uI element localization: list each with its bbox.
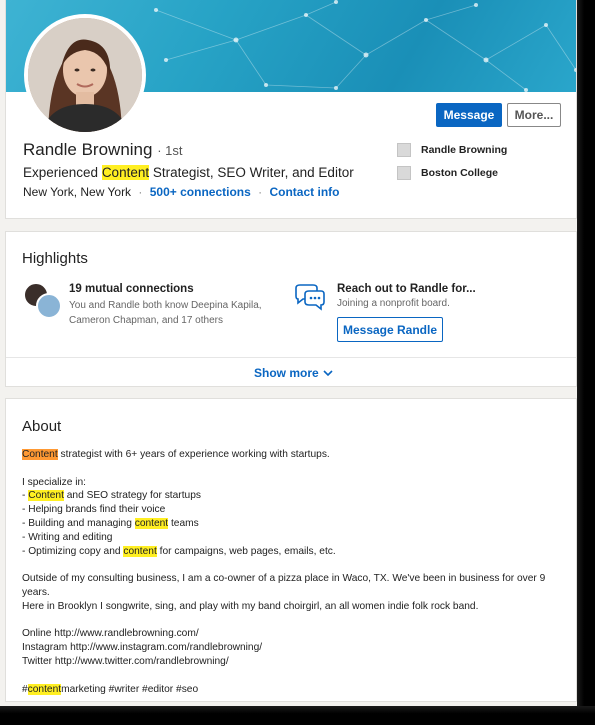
connections-link[interactable]: 500+ connections xyxy=(150,185,251,199)
mutual-connections-desc: You and Randle both know Deepina Kapila,… xyxy=(69,300,262,326)
frame-shadow xyxy=(577,0,595,725)
profile-headline: Experienced Content Strategist, SEO Writ… xyxy=(23,165,354,180)
about-card: About Content strategist with 6+ years o… xyxy=(5,398,577,702)
search-highlight: content xyxy=(134,517,169,529)
show-more-button[interactable]: Show more xyxy=(254,366,333,380)
profile-location: New York, New York xyxy=(23,185,132,199)
mutual-connections-avatars[interactable] xyxy=(23,282,63,319)
search-highlight: Content xyxy=(101,165,150,180)
mutual-avatar xyxy=(36,293,62,319)
company-logo-icon xyxy=(397,143,411,157)
school-logo-icon xyxy=(397,166,411,180)
education-link[interactable]: Boston College xyxy=(397,166,498,180)
current-position-link[interactable]: Randle Browning xyxy=(397,143,507,157)
search-highlight: Content xyxy=(28,490,64,502)
profile-meta: New York, New York · 500+ connections · … xyxy=(23,185,340,199)
search-highlight: content xyxy=(123,545,157,557)
message-button[interactable]: Message xyxy=(436,103,502,127)
chat-bubbles-icon xyxy=(293,284,327,317)
search-highlight: content xyxy=(27,683,62,695)
profile-page: Message More... Randle Browning · 1st Ex… xyxy=(0,0,577,706)
profile-avatar[interactable] xyxy=(24,14,146,136)
more-button[interactable]: More... xyxy=(507,103,561,127)
mutual-connections-title[interactable]: 19 mutual connections xyxy=(69,283,194,295)
message-randle-button[interactable]: Message Randle xyxy=(337,317,443,342)
show-more-bar: Show more xyxy=(6,357,576,388)
profile-name-line: Randle Browning · 1st xyxy=(23,140,183,160)
highlights-title: Highlights xyxy=(22,250,88,267)
search-highlight-current: Content xyxy=(22,449,58,460)
connection-degree: · 1st xyxy=(157,143,183,158)
about-title: About xyxy=(22,418,62,435)
contact-info-link[interactable]: Contact info xyxy=(269,185,339,199)
screenshot-frame: Message More... Randle Browning · 1st Ex… xyxy=(0,0,595,725)
reach-out-title: Reach out to Randle for... xyxy=(337,283,476,295)
frame-shadow xyxy=(0,706,595,725)
highlights-card: Highlights 19 mutual connections You and… xyxy=(5,231,577,387)
profile-name: Randle Browning xyxy=(23,140,153,159)
reach-out-desc: Joining a nonprofit board. xyxy=(337,298,450,309)
profile-top-card: Message More... Randle Browning · 1st Ex… xyxy=(5,0,577,219)
chevron-down-icon xyxy=(323,370,333,376)
about-text: Content strategist with 6+ years of expe… xyxy=(22,449,546,695)
